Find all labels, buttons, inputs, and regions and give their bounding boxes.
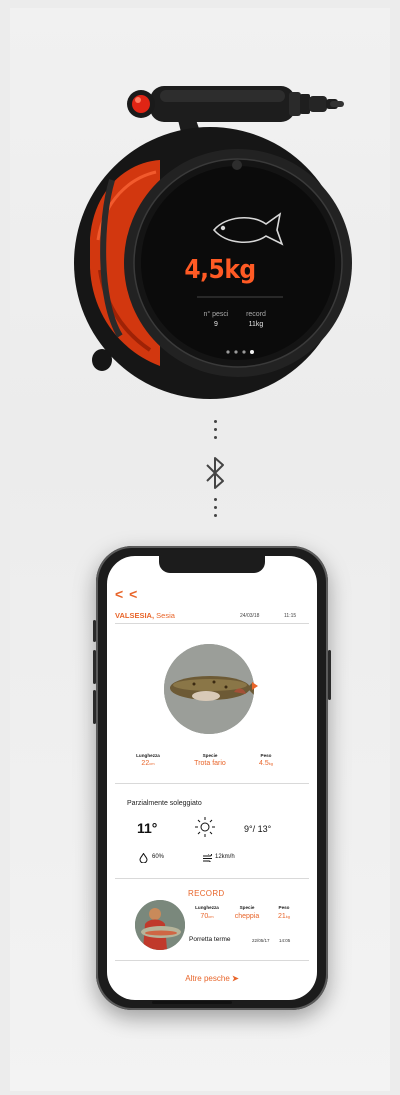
catch-photo-image (164, 644, 254, 734)
location-label: VALSESIA, Sesia (115, 611, 175, 620)
weather-wind: 12km/h (215, 854, 235, 860)
reel-stat-label-count: n° pesci (203, 311, 229, 318)
phone-power-button (328, 650, 331, 700)
catch-photo[interactable] (164, 644, 254, 734)
record-species-header: Specie (239, 905, 255, 910)
reel-stat-value-record: 11kg (248, 321, 264, 328)
divider (115, 623, 309, 624)
divider (115, 960, 309, 961)
home-indicator (152, 1001, 232, 1004)
record-photo[interactable] (135, 900, 185, 950)
length-value: 22cm (141, 760, 155, 767)
phone-notch (159, 556, 265, 573)
bluetooth-icon (206, 457, 224, 489)
record-time: 14:05 (279, 938, 291, 943)
photo-next-arrow-icon[interactable] (252, 682, 258, 690)
divider (115, 783, 309, 784)
weather-description: Parzialmente soleggiato (127, 800, 202, 807)
weather-temperature: 11° (137, 820, 158, 836)
record-date: 22/05/17 (252, 938, 270, 943)
connection-dots-top (214, 420, 218, 444)
phone-volume-up-button (93, 650, 96, 684)
wind-icon (203, 854, 212, 862)
phone-volume-down-button (93, 690, 96, 724)
divider (115, 878, 309, 879)
more-catches-link[interactable]: Altre pesche ➤ (107, 974, 317, 983)
record-place: Porretta terme (189, 936, 231, 943)
phone-side-button (93, 620, 96, 642)
weather-min-max: 9°/ 13° (244, 824, 272, 834)
weight-header: Peso (260, 753, 272, 758)
record-photo-image (135, 900, 185, 950)
chevron-right-icon: ➤ (232, 974, 239, 983)
app-screen: < < VALSESIA, Sesia 24/03/18 11:15 Lungh… (107, 556, 317, 1000)
reel-illustration (74, 86, 352, 399)
species-header: Specie (202, 753, 218, 758)
record-length-value: 70cm (200, 913, 214, 920)
catch-time: 11:15 (284, 613, 297, 619)
length-header: Lunghezza (136, 753, 160, 758)
back-button[interactable]: < < (115, 586, 138, 602)
more-catches-label: Altre pesche (185, 974, 230, 983)
record-length-header: Lunghezza (195, 905, 219, 910)
weather-humidity: 60% (152, 854, 165, 860)
catch-date: 24/03/18 (240, 613, 260, 619)
reel-stat-label-record: record (246, 311, 266, 318)
record-weight-value: 21kg (277, 913, 291, 920)
connection-dots-bottom (214, 498, 218, 522)
reel-stat-value-count: 9 (214, 321, 218, 328)
reel-weight-readout: 4,5kg (184, 255, 256, 285)
record-weight-header: Peso (278, 905, 290, 910)
sun-icon (195, 817, 215, 837)
humidity-drop-icon (139, 853, 148, 863)
fishing-reel-device: 4,5kg n° pesci 9 record 11kg (0, 0, 400, 420)
sublocation-name: Sesia (156, 611, 175, 620)
record-species-value: cheppia (234, 913, 260, 920)
weight-value: 4.5kg (259, 760, 273, 767)
species-value: Trota fario (194, 760, 226, 767)
record-title: RECORD (188, 889, 225, 898)
location-name: VALSESIA, (115, 611, 155, 620)
